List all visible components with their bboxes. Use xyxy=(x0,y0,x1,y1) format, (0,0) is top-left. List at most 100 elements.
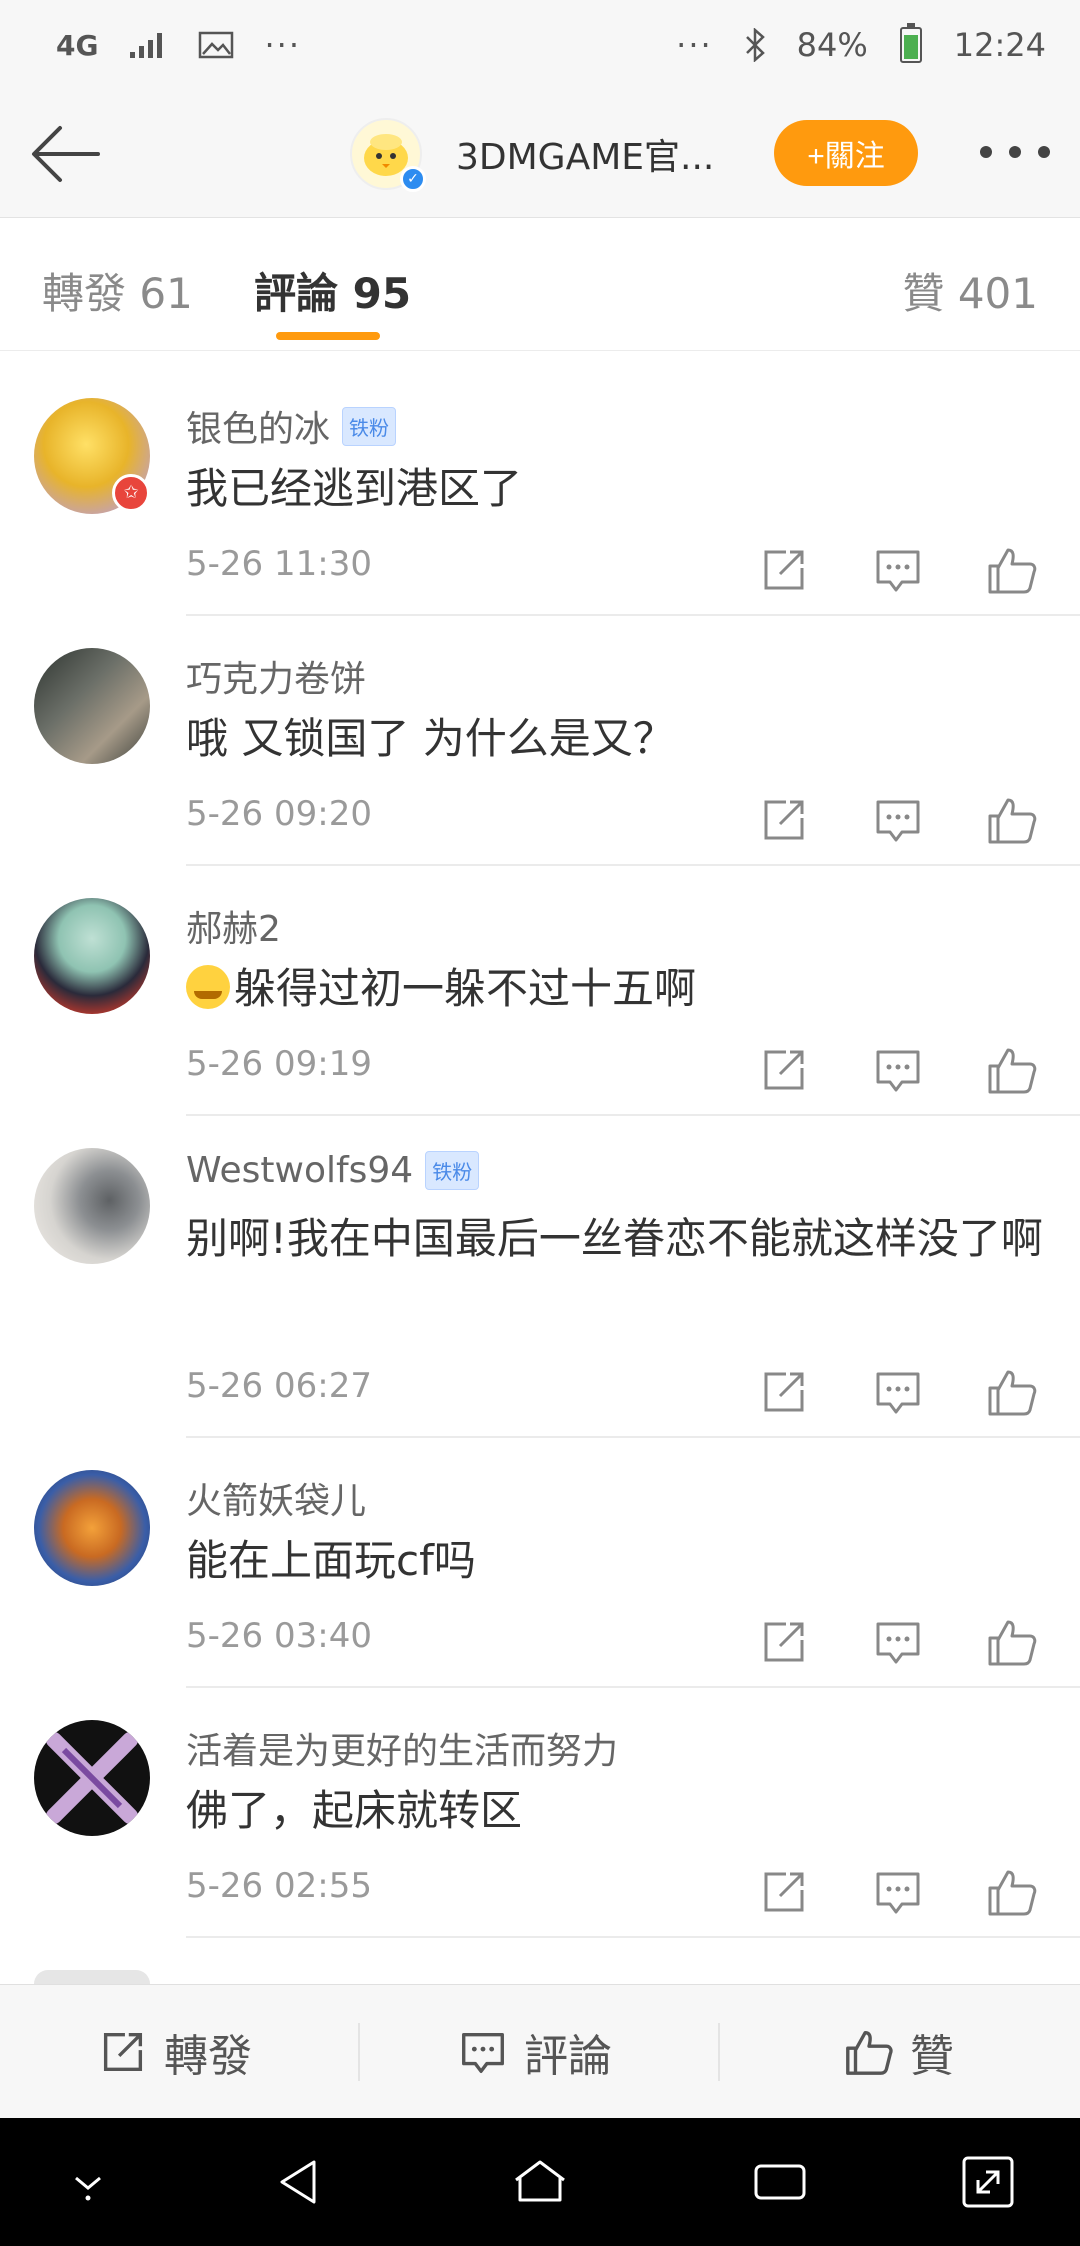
comment-item: Westwolfs94 铁粉 别啊!我在中国最后一丝眷恋不能就这样没了啊 5-2… xyxy=(0,1116,1080,1438)
like-label: 贊 xyxy=(910,2031,954,2082)
bluetooth-icon xyxy=(745,28,765,62)
separator xyxy=(718,2023,720,2081)
comment-actions xyxy=(756,1042,1056,1098)
share-icon[interactable] xyxy=(756,542,812,598)
author-name[interactable]: 银色的冰 xyxy=(186,400,330,452)
thumbs-up-icon[interactable] xyxy=(984,1864,1040,1920)
home-icon[interactable] xyxy=(510,2152,570,2212)
laughing-crying-emoji-icon xyxy=(186,965,230,1009)
avatar[interactable] xyxy=(34,1470,150,1586)
thumbs-up-icon[interactable] xyxy=(984,1364,1040,1420)
share-icon[interactable] xyxy=(756,1614,812,1670)
clock: 12:24 xyxy=(953,26,1046,64)
back-icon[interactable] xyxy=(270,2152,330,2212)
more-icon[interactable] xyxy=(980,146,1050,160)
tab-likes[interactable]: 贊 401 xyxy=(902,260,1038,321)
author-name[interactable]: 活着是为更好的生活而努力 xyxy=(186,1722,618,1774)
comment-item: 火箭妖袋儿 能在上面玩cf吗 5-26 03:40 xyxy=(0,1438,1080,1688)
navigation-bar: ✓ 3DMGAME官... +關注 xyxy=(0,90,1080,218)
reply-icon[interactable] xyxy=(870,1864,926,1920)
avatar[interactable] xyxy=(34,1720,150,1836)
share-icon[interactable] xyxy=(756,792,812,848)
page-title[interactable]: 3DMGAME官... xyxy=(456,128,714,180)
comment-text: 哦 又锁国了 为什么是又？ xyxy=(186,714,675,763)
active-tab-indicator xyxy=(276,332,380,340)
comment-text: 能在上面玩cf吗 xyxy=(186,1536,476,1585)
comment-text: 我已经逃到港区了 xyxy=(186,464,523,513)
comment-time: 5-26 11:30 xyxy=(186,544,372,584)
comment-button[interactable]: 評論 xyxy=(456,1985,612,2119)
status-bar: 4G ··· ··· 84% 12:24 xyxy=(0,0,1080,90)
comment-actions xyxy=(756,792,1056,848)
comment-text-content: 躲得过初一躲不过十五啊 xyxy=(234,964,697,1013)
thumbs-up-icon[interactable] xyxy=(984,792,1040,848)
back-arrow-icon[interactable] xyxy=(28,120,108,188)
comment-time: 5-26 09:20 xyxy=(186,794,372,834)
reply-icon[interactable] xyxy=(870,1614,926,1670)
reply-icon[interactable] xyxy=(870,542,926,598)
like-button[interactable]: 贊 xyxy=(842,1985,954,2119)
comment-author[interactable]: Westwolfs94 铁粉 xyxy=(186,1150,480,1191)
battery-percent: 84% xyxy=(796,26,868,64)
author-name[interactable]: 巧克力卷饼 xyxy=(186,650,366,702)
author-name[interactable]: 郝赫2 xyxy=(186,900,281,952)
partial-avatar xyxy=(34,1970,150,1984)
comment-item: 郝赫2 躲得过初一躲不过十五啊 5-26 09:19 xyxy=(0,866,1080,1116)
comment-author[interactable]: 郝赫2 xyxy=(186,900,281,952)
repost-button[interactable]: 轉發 xyxy=(96,1985,252,2119)
comment-actions xyxy=(756,1614,1056,1670)
reply-icon[interactable] xyxy=(870,792,926,848)
avatar[interactable] xyxy=(34,648,150,764)
comment-time: 5-26 09:19 xyxy=(186,1044,372,1084)
reply-icon[interactable] xyxy=(870,1364,926,1420)
comment-item: ✩ 银色的冰 铁粉 我已经逃到港区了 5-26 11:30 xyxy=(0,366,1080,616)
follow-button[interactable]: +關注 xyxy=(774,120,918,186)
fan-badge: 铁粉 xyxy=(342,406,397,446)
battery-icon xyxy=(899,23,922,63)
comment-time: 5-26 03:40 xyxy=(186,1616,372,1656)
thumbs-up-icon xyxy=(846,2031,893,2075)
comment-author[interactable]: 巧克力卷饼 xyxy=(186,650,366,702)
fan-badge: 铁粉 xyxy=(425,1151,480,1190)
comment-list: ✩ 银色的冰 铁粉 我已经逃到港区了 5-26 11:30 巧克力卷饼 哦 又锁… xyxy=(0,366,1080,1984)
share-icon[interactable] xyxy=(756,1864,812,1920)
comment-actions xyxy=(756,1864,1056,1920)
comment-author[interactable]: 活着是为更好的生活而努力 xyxy=(186,1722,618,1774)
share-icon[interactable] xyxy=(756,1042,812,1098)
down-icon[interactable] xyxy=(58,2152,118,2212)
thumbs-up-icon[interactable] xyxy=(984,542,1040,598)
comment-time: 5-26 02:55 xyxy=(186,1866,372,1906)
author-name[interactable]: Westwolfs94 xyxy=(186,1150,413,1191)
avatar[interactable] xyxy=(34,1148,150,1264)
reply-icon xyxy=(462,2032,504,2073)
notification-dots: ··· xyxy=(264,26,301,64)
tab-reposts[interactable]: 轉發 61 xyxy=(42,260,193,321)
signal-icon xyxy=(130,33,163,58)
system-navigation-bar xyxy=(0,2118,1080,2246)
bottom-action-bar: 轉發 評論 贊 xyxy=(0,1984,1080,2119)
recents-icon[interactable] xyxy=(750,2152,810,2212)
tab-comments[interactable]: 評論 95 xyxy=(254,260,411,321)
tab-bar: 轉發 61 評論 95 贊 401 xyxy=(0,218,1080,351)
avatar[interactable] xyxy=(34,898,150,1014)
comment-actions xyxy=(756,542,1056,598)
comment-label: 評論 xyxy=(524,2031,612,2082)
author-name[interactable]: 火箭妖袋儿 xyxy=(186,1472,366,1524)
reply-icon[interactable] xyxy=(870,1042,926,1098)
divider xyxy=(186,1936,1080,1938)
account-avatar[interactable]: ✓ xyxy=(350,118,426,192)
comment-text: 躲得过初一躲不过十五啊 xyxy=(186,952,1036,1026)
thumbs-up-icon[interactable] xyxy=(984,1042,1040,1098)
thumbs-up-icon[interactable] xyxy=(984,1614,1040,1670)
expand-icon[interactable] xyxy=(958,2152,1018,2212)
user-badge-icon: ✩ xyxy=(112,474,150,512)
network-indicator: 4G xyxy=(56,28,99,62)
comment-actions xyxy=(756,1364,1056,1420)
comment-time: 5-26 06:27 xyxy=(186,1366,372,1406)
comment-item: 巧克力卷饼 哦 又锁国了 为什么是又？ 5-26 09:20 xyxy=(0,616,1080,866)
share-icon[interactable] xyxy=(756,1364,812,1420)
comment-author[interactable]: 火箭妖袋儿 xyxy=(186,1472,366,1524)
comment-author[interactable]: 银色的冰 铁粉 xyxy=(186,400,397,452)
comment-item: 活着是为更好的生活而努力 佛了，起床就转区 5-26 02:55 xyxy=(0,1688,1080,1938)
comment-text: 佛了，起床就转区 xyxy=(186,1786,523,1835)
